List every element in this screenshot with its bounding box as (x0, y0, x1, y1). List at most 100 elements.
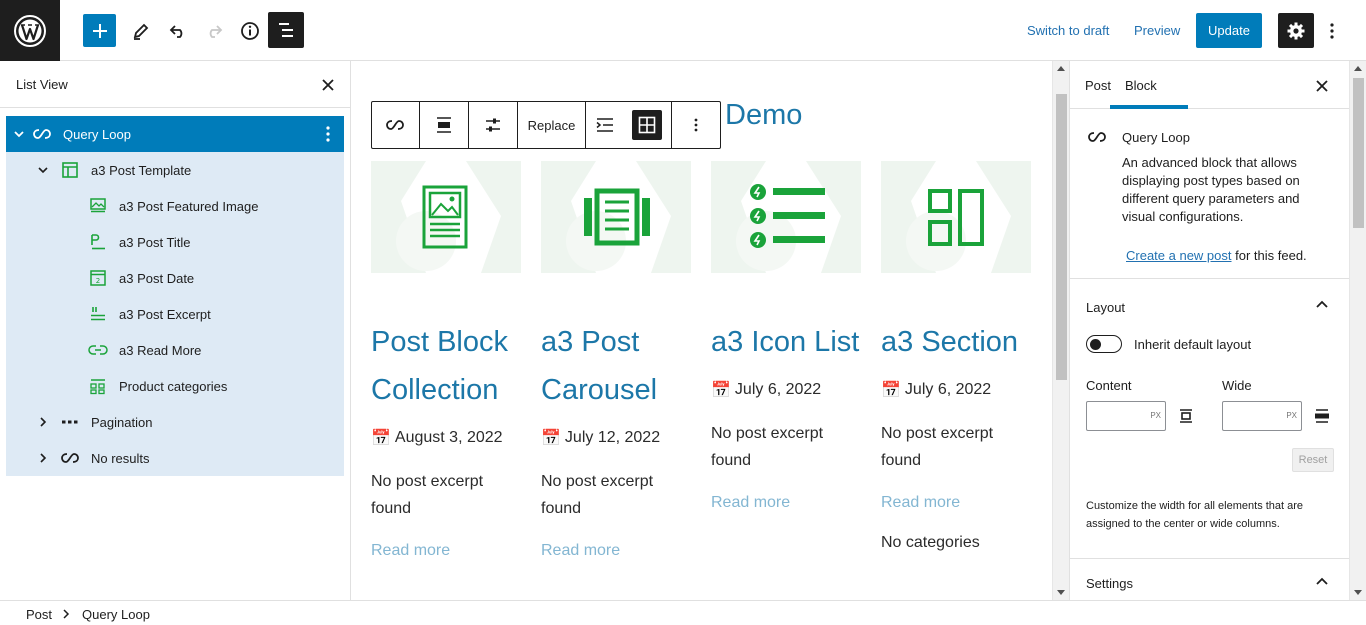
chevron-right-icon[interactable] (37, 452, 49, 464)
replace-button[interactable]: Replace (518, 102, 587, 148)
breadcrumb-item-post[interactable]: Post (26, 607, 52, 622)
excerpt-icon (88, 304, 108, 324)
post-title-link[interactable]: a3 Icon List (711, 318, 861, 366)
loop-icon (1088, 132, 1106, 142)
chevron-down-icon[interactable] (37, 164, 49, 176)
tree-item-label: No results (91, 451, 150, 466)
query-settings-button[interactable] (469, 102, 518, 148)
tree-item-query-loop[interactable]: Query Loop (6, 116, 344, 152)
inherit-layout-label: Inherit default layout (1134, 337, 1252, 352)
post-title-link[interactable]: Post Block Collection (371, 318, 521, 414)
chevron-right-icon[interactable] (37, 416, 49, 428)
tree-item-read-more[interactable]: a3 Read More (6, 332, 344, 368)
read-more-link[interactable]: Read more (541, 542, 691, 560)
settings-sidebar: Post Block Query Loop An advanced block … (1069, 61, 1349, 600)
read-more-link[interactable]: Read more (371, 542, 521, 560)
tree-item-label: a3 Post Template (91, 163, 192, 178)
chevron-up-icon[interactable] (1315, 297, 1329, 311)
sliders-icon (485, 118, 500, 132)
block-description: An advanced block that allows displaying… (1122, 155, 1300, 224)
reset-button[interactable]: Reset (1292, 448, 1334, 472)
preview-button[interactable]: Preview (1134, 23, 1180, 38)
canvas-scrollbar[interactable] (1052, 61, 1069, 600)
scroll-up-arrow[interactable] (1057, 66, 1065, 71)
scroll-down-arrow[interactable] (1057, 590, 1065, 595)
inherit-layout-toggle[interactable] (1086, 335, 1122, 353)
scrollbar-thumb[interactable] (1056, 94, 1067, 380)
settings-button[interactable] (1278, 13, 1314, 48)
tree-item-label: a3 Post Excerpt (119, 307, 211, 322)
wordpress-logo[interactable] (0, 0, 60, 61)
block-options-button[interactable] (320, 125, 336, 143)
kebab-icon (326, 126, 330, 142)
tree-item-label: a3 Post Date (119, 271, 195, 286)
wide-width-input[interactable]: PX (1222, 401, 1302, 431)
settings-panel: Settings (1070, 559, 1349, 600)
block-card: Query Loop An advanced block that allows… (1070, 109, 1349, 279)
breadcrumb-item-query-loop[interactable]: Query Loop (82, 607, 150, 622)
switch-to-draft-button[interactable]: Switch to draft (1027, 23, 1109, 38)
list-view-button[interactable] (268, 12, 304, 48)
post-excerpt: No post excerpt found (711, 425, 824, 469)
scroll-down-arrow[interactable] (1354, 590, 1362, 595)
close-icon (322, 79, 334, 91)
close-list-view-button[interactable] (319, 76, 337, 94)
list-layout-icon[interactable] (595, 116, 615, 134)
create-post-line: Create a new post for this feed. (1126, 248, 1307, 263)
add-block-button[interactable] (83, 14, 116, 47)
tab-block[interactable]: Block (1125, 78, 1157, 93)
update-button[interactable]: Update (1196, 13, 1262, 48)
read-more-link[interactable]: Read more (881, 494, 1031, 512)
scroll-up-arrow[interactable] (1354, 66, 1362, 71)
post-title-link[interactable]: a3 Section (881, 318, 1031, 366)
editor-canvas: Replace Demo Post Block Collection 📅 Augu… (351, 61, 1069, 600)
tree-item-product-categories[interactable]: Product categories (6, 368, 344, 404)
create-new-post-link[interactable]: Create a new post (1126, 248, 1232, 263)
details-button[interactable] (233, 14, 266, 47)
block-tree: Query Loop a3 Post Template a3 Post Feat… (6, 116, 344, 476)
sidebar-scrollbar[interactable] (1349, 61, 1366, 600)
post-card: Post Block Collection 📅 August 3, 2022 No… (371, 161, 521, 560)
more-options-button[interactable] (672, 102, 720, 148)
carousel-icon (584, 188, 650, 246)
post-featured-image[interactable] (881, 161, 1031, 273)
tree-item-post-title[interactable]: a3 Post Title (6, 224, 344, 260)
post-featured-image[interactable] (371, 161, 521, 273)
redo-button[interactable] (197, 14, 230, 47)
tree-item-post-date[interactable]: 2 a3 Post Date (6, 260, 344, 296)
undo-button[interactable] (161, 14, 194, 47)
align-button[interactable] (420, 102, 469, 148)
layout-panel-title[interactable]: Layout (1086, 300, 1125, 315)
chevron-down-icon[interactable] (13, 128, 25, 140)
scrollbar-thumb[interactable] (1353, 78, 1364, 228)
post-featured-image[interactable] (711, 161, 861, 273)
tools-button[interactable] (124, 14, 157, 47)
calendar-icon: 📅 (881, 382, 901, 399)
block-type-button[interactable] (372, 102, 420, 148)
top-toolbar: Switch to draft Preview Update (0, 0, 1366, 61)
post-date: 📅 July 12, 2022 (541, 428, 691, 448)
post-featured-image[interactable] (541, 161, 691, 273)
post-title-link[interactable]: a3 Post Carousel (541, 318, 691, 414)
tree-item-label: Product categories (119, 379, 228, 394)
chevron-up-icon[interactable] (1315, 574, 1329, 588)
info-icon (240, 21, 259, 40)
content-width-input[interactable]: PX (1086, 401, 1166, 431)
chevron-right-icon (63, 609, 70, 619)
grid-view-button[interactable] (632, 110, 663, 140)
calendar-icon: 📅 (371, 430, 391, 447)
tree-item-featured-image[interactable]: a3 Post Featured Image (6, 188, 344, 224)
tree-item-post-template[interactable]: a3 Post Template (6, 152, 344, 188)
tree-item-pagination[interactable]: Pagination (6, 404, 344, 440)
options-menu-button[interactable] (1318, 14, 1346, 47)
settings-panel-title[interactable]: Settings (1086, 576, 1133, 591)
page-heading: Demo (725, 99, 803, 131)
close-icon (1316, 80, 1328, 92)
tree-item-post-excerpt[interactable]: a3 Post Excerpt (6, 296, 344, 332)
loop-icon (386, 120, 405, 130)
tree-item-no-results[interactable]: No results (6, 440, 344, 476)
close-sidebar-button[interactable] (1313, 77, 1331, 95)
tab-post[interactable]: Post (1085, 78, 1111, 93)
kebab-icon (1330, 22, 1334, 39)
read-more-link[interactable]: Read more (711, 494, 861, 512)
